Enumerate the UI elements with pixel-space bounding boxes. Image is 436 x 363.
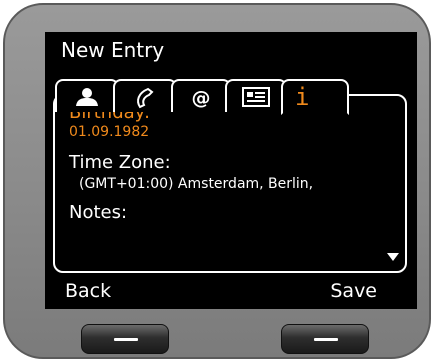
screen-title: New Entry <box>61 38 165 62</box>
at-sign-icon: @ <box>192 87 211 109</box>
left-softkey-button[interactable] <box>81 324 169 354</box>
timezone-label: Time Zone: <box>69 152 171 173</box>
tab-person[interactable] <box>55 79 119 112</box>
birthday-value[interactable]: 01.09.1982 <box>69 124 149 140</box>
phone-body: New Entry Birthday: 01.09.1982 Time Zone… <box>3 3 431 359</box>
softkey-back-label[interactable]: Back <box>65 280 111 302</box>
left-softkey-bar-icon <box>114 338 138 341</box>
contact-card-icon <box>242 87 270 107</box>
scroll-down-icon <box>387 253 399 261</box>
tab-phone[interactable] <box>113 79 177 112</box>
tab-card[interactable] <box>225 79 287 112</box>
right-softkey-button[interactable] <box>281 324 369 354</box>
softkey-save-label[interactable]: Save <box>330 280 377 302</box>
tab-email[interactable]: @ <box>171 79 231 112</box>
entry-panel: Birthday: 01.09.1982 Time Zone: (GMT+01:… <box>53 94 407 273</box>
display-screen: New Entry Birthday: 01.09.1982 Time Zone… <box>45 32 417 309</box>
phone-handset-icon <box>137 87 154 109</box>
timezone-value[interactable]: (GMT+01:00) Amsterdam, Berlin, <box>79 176 313 192</box>
tab-info[interactable]: i <box>281 79 349 115</box>
notes-label: Notes: <box>69 202 128 223</box>
notes-value[interactable] <box>69 226 369 246</box>
person-icon <box>76 88 98 106</box>
right-softkey-bar-icon <box>314 338 338 341</box>
info-icon: i <box>295 83 310 111</box>
svg-text:@: @ <box>192 87 211 109</box>
